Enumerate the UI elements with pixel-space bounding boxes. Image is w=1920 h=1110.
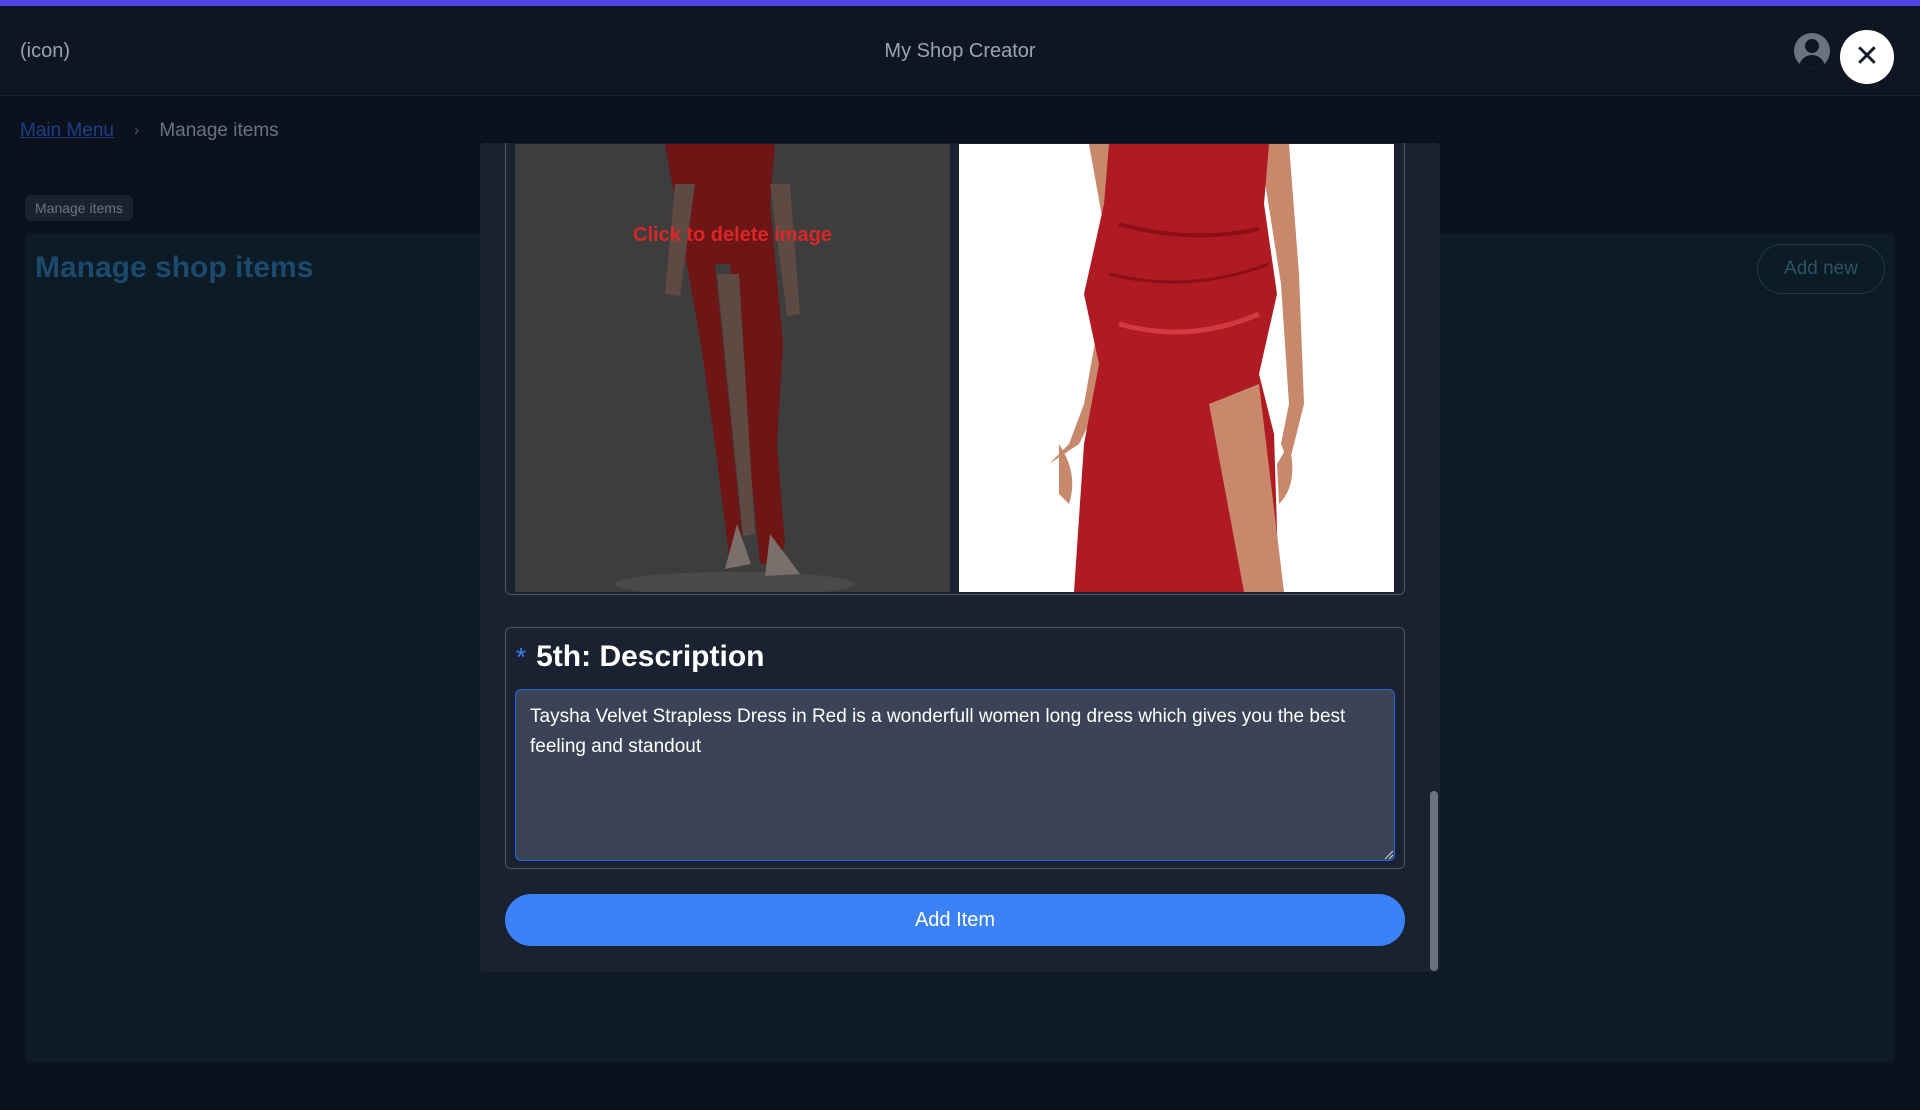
- dress-image-front: [1049, 144, 1304, 592]
- breadcrumb-current: Manage items: [159, 120, 279, 141]
- description-section: * 5th: Description Taysha Velvet Straple…: [505, 627, 1405, 869]
- breadcrumb: Main Menu › Manage items: [20, 120, 279, 142]
- add-item-modal: Click to delete image * 5th: Description…: [480, 143, 1440, 972]
- resize-grip-icon[interactable]: [1384, 850, 1394, 860]
- product-image-tile[interactable]: [959, 144, 1394, 592]
- modal-scrollbar[interactable]: [1430, 791, 1438, 971]
- app-title: My Shop Creator: [884, 40, 1036, 62]
- description-textarea[interactable]: Taysha Velvet Strapless Dress in Red is …: [515, 689, 1395, 861]
- page-title: Manage shop items: [35, 251, 314, 284]
- app-header: (icon) My Shop Creator: [0, 6, 1920, 96]
- delete-image-label: Click to delete image: [633, 224, 832, 246]
- required-asterisk: *: [516, 642, 527, 672]
- description-title: 5th: Description: [536, 640, 765, 673]
- close-modal-button[interactable]: ✕: [1840, 30, 1894, 84]
- image-gallery: Click to delete image: [505, 143, 1405, 595]
- section-tag: Manage items: [25, 195, 133, 221]
- breadcrumb-main-menu-link[interactable]: Main Menu: [20, 120, 114, 142]
- add-item-button[interactable]: Add Item: [505, 894, 1405, 946]
- add-new-button[interactable]: Add new: [1757, 244, 1885, 294]
- product-image-delete-tile[interactable]: Click to delete image: [515, 144, 950, 592]
- description-header: * 5th: Description: [516, 640, 764, 674]
- breadcrumb-separator-icon: ›: [134, 122, 140, 139]
- dress-image-side: [615, 144, 855, 592]
- user-avatar-icon[interactable]: [1794, 33, 1830, 69]
